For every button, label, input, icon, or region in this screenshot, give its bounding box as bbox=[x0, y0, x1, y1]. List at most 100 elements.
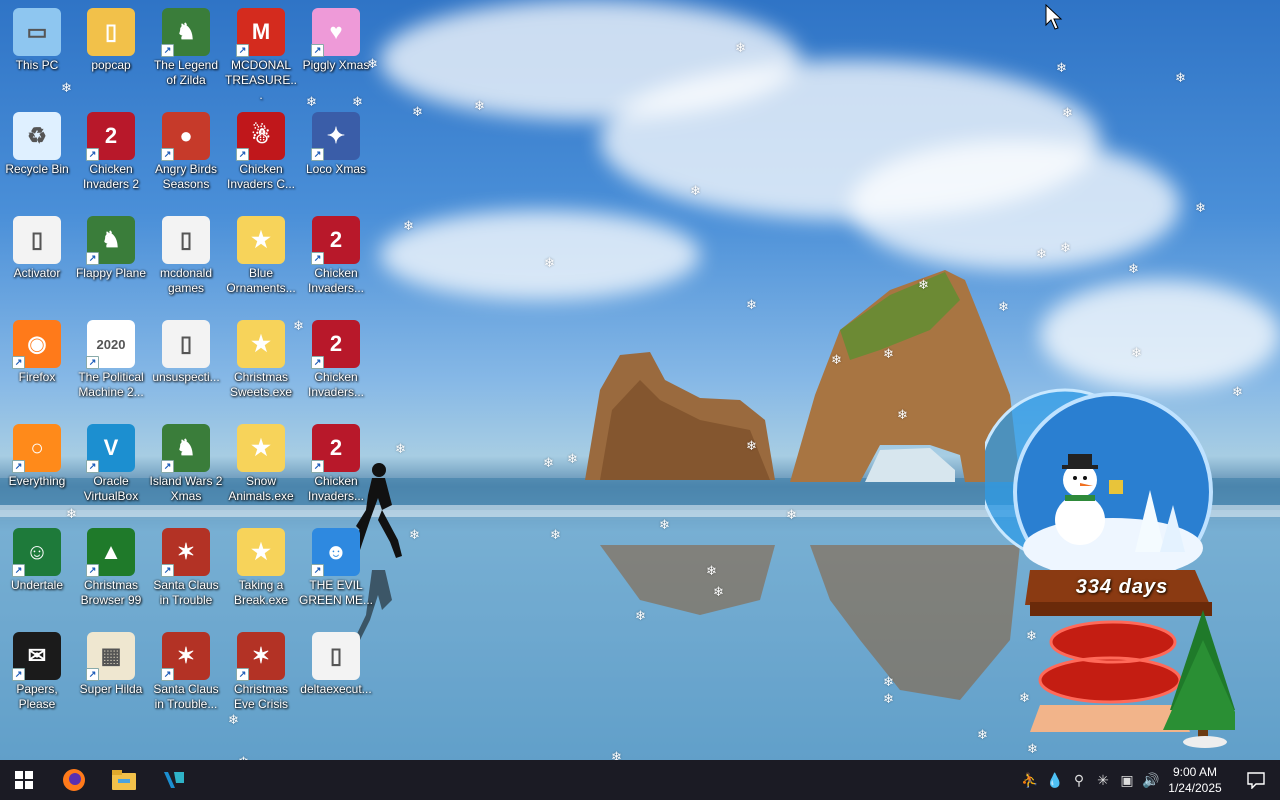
desktop-icon[interactable]: ✶ ↗ Santa Claus in Trouble... bbox=[149, 628, 223, 728]
desktop-icon-label: The Political Machine 2... bbox=[78, 370, 144, 399]
shortcut-arrow-icon: ↗ bbox=[12, 356, 25, 369]
snowflake-icon: ❄ bbox=[1195, 200, 1206, 215]
desktop-icon[interactable]: ★ Blue Ornaments... bbox=[224, 212, 298, 312]
desktop-icon[interactable]: ▯ unsuspecti... bbox=[149, 316, 223, 416]
desktop-icon[interactable]: 2020 ↗ The Political Machine 2... bbox=[74, 316, 148, 416]
volume-icon[interactable]: 🔊 bbox=[1142, 771, 1160, 789]
snowflake-icon[interactable]: ✳ bbox=[1094, 771, 1112, 789]
notifications-button[interactable] bbox=[1232, 760, 1280, 800]
shortcut-arrow-icon: ↗ bbox=[311, 460, 324, 473]
desktop-icon-label: Undertale bbox=[10, 578, 64, 592]
desktop-icon[interactable]: ★ Taking a Break.exe bbox=[224, 524, 298, 624]
pixel-icon: ▦ ↗ bbox=[86, 632, 135, 681]
snow-globe-countdown-widget[interactable]: 334 days bbox=[978, 380, 1243, 755]
file-icon: ▯ bbox=[162, 320, 210, 368]
firefox-icon: ◉ ↗ bbox=[12, 320, 61, 369]
virtualbox-icon bbox=[164, 772, 184, 788]
desktop-icon-label: Island Wars 2 Xmas bbox=[149, 474, 223, 503]
shortcut-arrow-icon: ↗ bbox=[311, 564, 324, 577]
desktop-icon[interactable]: ○ ↗ Everything bbox=[0, 420, 74, 520]
shortcut-arrow-icon: ↗ bbox=[311, 44, 324, 57]
mouse-cursor-icon bbox=[1045, 4, 1063, 30]
desktop-icon[interactable]: ▯ deltaexecut... bbox=[299, 628, 373, 728]
desktop-icon[interactable]: ☺ ↗ Undertale bbox=[0, 524, 74, 624]
shortcut-arrow-icon: ↗ bbox=[86, 252, 99, 265]
shortcut-arrow-icon: ↗ bbox=[236, 44, 249, 57]
desktop-icon[interactable]: ▲ ↗ Christmas Browser 99 bbox=[74, 524, 148, 624]
desktop-icon-label: This PC bbox=[15, 58, 59, 72]
desktop-icon[interactable]: 2 ↗ Chicken Invaders... bbox=[299, 316, 373, 416]
desktop-icon[interactable]: ✦ ↗ Loco Xmas bbox=[299, 108, 373, 208]
taskbar-clock[interactable]: 9:00 AM 1/24/2025 bbox=[1160, 764, 1230, 796]
desktop-icon[interactable]: ▯ mcdonald games bbox=[149, 212, 223, 312]
people-icon[interactable]: ⛹ bbox=[1021, 771, 1039, 789]
snowflake-icon: ❄ bbox=[367, 56, 378, 71]
shortcut-arrow-icon: ↗ bbox=[161, 668, 174, 681]
desktop-icon-label: Christmas Browser 99 bbox=[80, 578, 142, 607]
desktop-icon-label: deltaexecut... bbox=[300, 682, 372, 696]
desktop-icon[interactable]: ☻ ↗ THE EVIL GREEN ME... bbox=[299, 524, 373, 624]
snowflake-icon: ❄ bbox=[567, 451, 578, 466]
desktop-icon[interactable]: 2 ↗ Chicken Invaders 2 bbox=[74, 108, 148, 208]
snowflake-icon: ❄ bbox=[1060, 240, 1071, 255]
snowflake-icon: ❄ bbox=[706, 563, 717, 578]
shortcut-arrow-icon: ↗ bbox=[12, 668, 25, 681]
snowflake-icon: ❄ bbox=[543, 455, 554, 470]
shortcut-arrow-icon: ↗ bbox=[86, 460, 99, 473]
clock-date: 1/24/2025 bbox=[1168, 781, 1222, 795]
snowflake-icon: ❄ bbox=[352, 94, 363, 109]
snowflake-icon: ❄ bbox=[409, 527, 420, 542]
desktop-icon[interactable]: 2 ↗ Chicken Invaders... bbox=[299, 420, 373, 520]
desktop-icon[interactable]: ▯ popcap bbox=[74, 4, 148, 104]
desktop-icon[interactable]: 2 ↗ Chicken Invaders... bbox=[299, 212, 373, 312]
network-icon[interactable]: ▣ bbox=[1118, 771, 1136, 789]
shortcut-arrow-icon: ↗ bbox=[311, 252, 324, 265]
shortcut-arrow-icon: ↗ bbox=[236, 148, 249, 161]
taskbar-firefox-button[interactable] bbox=[50, 760, 98, 800]
snowflake-icon: ❄ bbox=[1062, 105, 1073, 120]
desktop[interactable]: ▭ This PC ▯ popcap ♞ ↗ The Legend of Zilda M ↗ MC… bbox=[0, 0, 1280, 760]
desktop-icon[interactable]: ♻ Recycle Bin bbox=[0, 108, 74, 208]
droplet-icon[interactable]: 💧 bbox=[1046, 771, 1064, 789]
desktop-icon[interactable]: ▦ ↗ Super Hilda bbox=[74, 628, 148, 728]
desktop-icon[interactable]: ★ Snow Animals.exe bbox=[224, 420, 298, 520]
desktop-icon[interactable]: ✉ ↗ Papers, Please bbox=[0, 628, 74, 728]
desktop-icon[interactable]: M ↗ MCDONAL TREASURE... bbox=[224, 4, 298, 104]
start-button[interactable] bbox=[0, 760, 48, 800]
search-icon[interactable]: ⚲ bbox=[1070, 771, 1088, 789]
desktop-icon-label: mcdonald games bbox=[159, 266, 213, 295]
desktop-icon[interactable]: ◉ ↗ Firefox bbox=[0, 316, 74, 416]
desktop-icon[interactable]: ● ↗ Angry Birds Seasons bbox=[149, 108, 223, 208]
desktop-icon[interactable]: ♞ ↗ The Legend of Zilda bbox=[149, 4, 223, 104]
file-explorer-icon bbox=[112, 770, 136, 790]
file-icon: ▯ bbox=[312, 632, 360, 680]
snowflake-icon: ❄ bbox=[228, 712, 239, 727]
desktop-icon[interactable]: ♞ ↗ Island Wars 2 Xmas bbox=[149, 420, 223, 520]
desktop-icon-label: Piggly Xmas bbox=[302, 58, 370, 72]
santa-icon: ✶ ↗ bbox=[161, 632, 210, 681]
santa-icon: ✶ ↗ bbox=[236, 632, 285, 681]
desktop-icon[interactable]: ✶ ↗ Santa Claus in Trouble bbox=[149, 524, 223, 624]
taskbar-virtualbox-button[interactable] bbox=[150, 760, 198, 800]
shortcut-arrow-icon: ↗ bbox=[236, 668, 249, 681]
desktop-icon[interactable]: ▯ Activator bbox=[0, 212, 74, 312]
desktop-icon-label: Oracle VirtualBox bbox=[83, 474, 139, 503]
desktop-icon-label: unsuspecti... bbox=[152, 370, 220, 384]
desktop-icon[interactable]: ☃ ↗ Chicken Invaders C... bbox=[224, 108, 298, 208]
snowflake-icon: ❄ bbox=[690, 183, 701, 198]
desktop-icon[interactable]: ♞ ↗ Flappy Plane bbox=[74, 212, 148, 312]
snowflake-icon: ❄ bbox=[474, 98, 485, 113]
shortcut-arrow-icon: ↗ bbox=[12, 564, 25, 577]
messenger-icon: ☻ ↗ bbox=[311, 528, 360, 577]
recycle-bin-icon: ♻ bbox=[13, 112, 61, 160]
snowflake-icon: ❄ bbox=[897, 407, 908, 422]
tree-icon: ▲ ↗ bbox=[86, 528, 135, 577]
desktop-icon[interactable]: V ↗ Oracle VirtualBox bbox=[74, 420, 148, 520]
days-countdown-label: 334 days bbox=[1075, 576, 1169, 598]
desktop-icon[interactable]: ★ Christmas Sweets.exe bbox=[224, 316, 298, 416]
clock-time: 9:00 AM bbox=[1172, 765, 1218, 779]
desktop-icon[interactable]: ♥ ↗ Piggly Xmas bbox=[299, 4, 373, 104]
angry-bird-icon: ● ↗ bbox=[161, 112, 210, 161]
snowflake-icon: ❄ bbox=[659, 517, 670, 532]
taskbar-file-explorer-button[interactable] bbox=[100, 760, 148, 800]
